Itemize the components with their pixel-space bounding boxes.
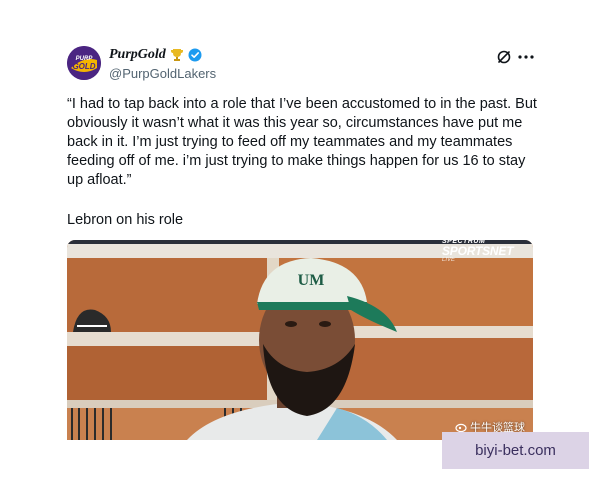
- author-handle[interactable]: @PurpGoldLakers: [109, 66, 216, 81]
- grok-icon[interactable]: [496, 49, 512, 65]
- author-name-row: PurpGold: [109, 47, 202, 63]
- svg-text:GOLD: GOLD: [72, 62, 95, 71]
- cap-logo: UM: [298, 272, 325, 289]
- verified-icon: [188, 48, 202, 62]
- trophy-icon: [170, 49, 183, 61]
- network-name: SPORTSNET: [442, 244, 514, 258]
- avatar[interactable]: PURP GOLD: [67, 46, 101, 80]
- network-logo: SPECTRUM SPORTSNET LIVE: [442, 238, 532, 263]
- more-icon[interactable]: [517, 49, 535, 65]
- display-name[interactable]: PurpGold: [109, 47, 166, 63]
- site-banner[interactable]: biyi-bet.com: [442, 432, 589, 469]
- media-image: UM: [67, 240, 533, 440]
- tweet-card: PURP GOLD PurpGold @PurpGoldLakers “I ha…: [0, 0, 600, 480]
- tweet-caption: Lebron on his role: [67, 212, 184, 228]
- tweet-text: “I had to tap back into a role that I’ve…: [67, 96, 537, 188]
- network-sub: LIVE: [442, 257, 456, 263]
- site-banner-text: biyi-bet.com: [475, 442, 556, 459]
- avatar-logo: PURP GOLD: [67, 46, 101, 80]
- tweet-media[interactable]: UM: [67, 240, 533, 440]
